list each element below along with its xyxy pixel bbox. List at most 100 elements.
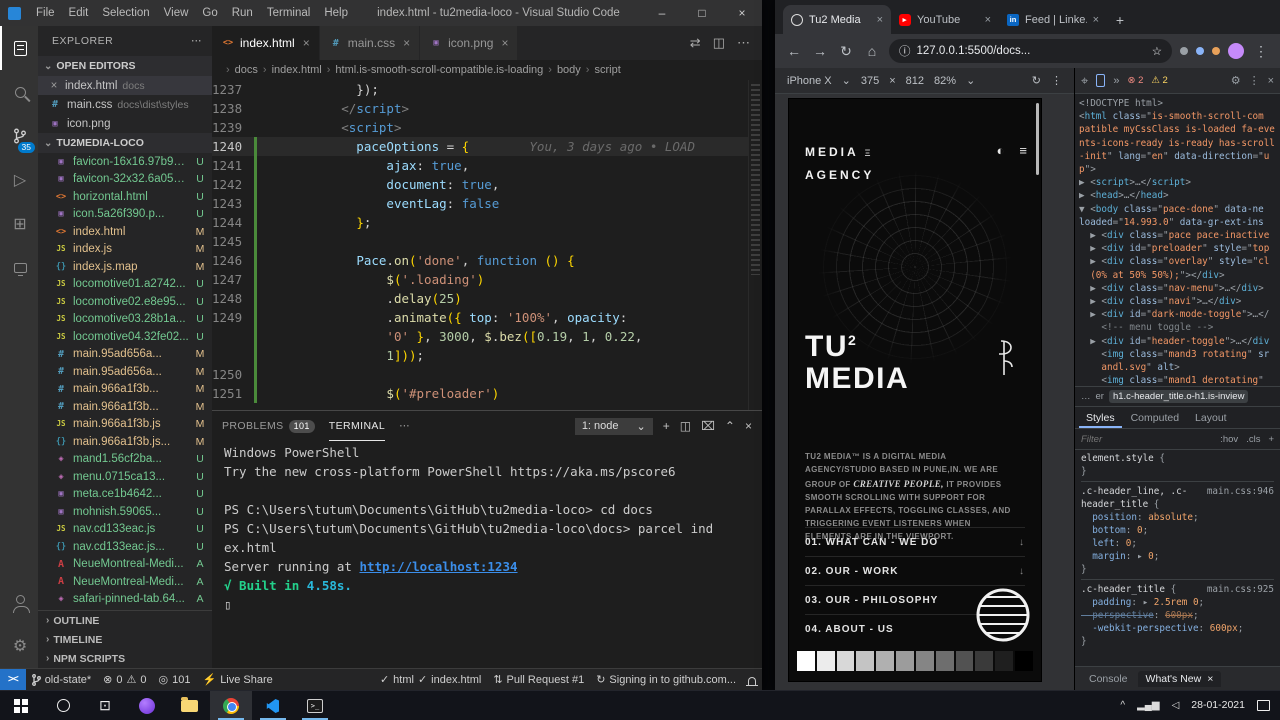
css-rule-line[interactable]: header_title {: [1081, 498, 1274, 511]
file-tree-item[interactable]: index.html M: [38, 223, 212, 241]
menu-item[interactable]: View: [157, 7, 196, 19]
breadcrumb-more[interactable]: …: [1081, 391, 1091, 402]
rotate-icon[interactable]: ↻: [1032, 74, 1041, 87]
breadcrumb-item[interactable]: index.html: [272, 64, 322, 76]
dom-tree-node[interactable]: ▶ <div class="navi">…</div>: [1079, 295, 1276, 308]
menu-item[interactable]: Help: [317, 7, 355, 19]
activity-settings[interactable]: ⚙: [0, 624, 38, 668]
hov-toggle[interactable]: :hov: [1220, 434, 1238, 445]
menu-item[interactable]: Run: [225, 7, 260, 19]
dom-tree-node[interactable]: ▶ <div id="dark-mode-toggle">…</: [1079, 308, 1276, 321]
browser-tab[interactable]: Feed | Linke... ×: [999, 5, 1107, 34]
github-signin-status[interactable]: ↻ Signing in to github.com...: [590, 669, 742, 690]
css-rule-line[interactable]: }: [1081, 635, 1274, 648]
file-tree-item[interactable]: mand1.56cf2ba... U: [38, 451, 212, 469]
file-tree-item[interactable]: main.966a1f3b.js M: [38, 416, 212, 434]
close-icon[interactable]: ×: [48, 80, 60, 92]
css-rule-line[interactable]: element.style {: [1081, 452, 1274, 465]
reload-icon[interactable]: ↻: [837, 43, 855, 60]
css-rule-line[interactable]: -webkit-perspective: 600px;: [1081, 622, 1274, 635]
breadcrumb-item[interactable]: html.is-smooth-scroll-compatible.is-load…: [335, 64, 543, 76]
device-width[interactable]: 375: [861, 75, 879, 87]
open-editor-item[interactable]: icon.png: [38, 114, 212, 133]
more-actions-icon[interactable]: ⋯: [737, 35, 750, 51]
activity-run-debug[interactable]: ▷: [0, 158, 38, 202]
file-tree-item[interactable]: NeueMontreal-Medi... A: [38, 573, 212, 591]
terminal-taskbar-button[interactable]: >_: [294, 691, 336, 720]
breadcrumb-item[interactable]: body: [557, 64, 581, 76]
validation-status[interactable]: ✓ html ✓ index.html: [374, 669, 487, 690]
breadcrumb-selected[interactable]: h1.c-header_title.o-h1.is-inview: [1108, 390, 1249, 403]
notifications-button[interactable]: [742, 669, 762, 690]
file-tree-item[interactable]: index.js.map M: [38, 258, 212, 276]
back-icon[interactable]: ←: [785, 43, 803, 59]
css-rule-line[interactable]: }: [1081, 563, 1274, 576]
address-bar[interactable]: ⓘ 127.0.0.1:5500/docs... ☆: [889, 39, 1172, 63]
device-mode-icon[interactable]: [1096, 74, 1106, 87]
console-error-badge[interactable]: ⊗ 2: [1127, 75, 1143, 86]
dom-tree-node[interactable]: -init" lang="en" data-direction="u: [1079, 150, 1276, 163]
file-tree-item[interactable]: mohnish.59065... U: [38, 503, 212, 521]
file-tree-item[interactable]: nav.cd133eac.js U: [38, 521, 212, 539]
activity-remote-explorer[interactable]: [0, 246, 38, 290]
browser-tab[interactable]: YouTube ×: [891, 5, 999, 34]
explorer-more-icon[interactable]: ⋯: [191, 35, 202, 47]
device-select[interactable]: iPhone X: [787, 75, 832, 87]
extension-icon[interactable]: [1212, 47, 1220, 55]
dom-tree-node[interactable]: ▼ <body class="pace-done" data-ne: [1079, 203, 1276, 216]
css-rule-line[interactable]: main.css:925 .c-header_title {: [1081, 579, 1274, 596]
file-tree-item[interactable]: menu.0715ca13... U: [38, 468, 212, 486]
sidebar-section-header[interactable]: › NPM SCRIPTS: [38, 649, 212, 668]
forward-icon[interactable]: →: [811, 43, 829, 59]
dom-tree-node[interactable]: p">: [1079, 163, 1276, 176]
new-terminal-icon[interactable]: +: [663, 419, 670, 433]
file-tree-item[interactable]: favicon-32x32.6a052... U: [38, 171, 212, 189]
css-rule-line[interactable]: position: absolute;: [1081, 511, 1274, 524]
dom-tree-node[interactable]: <html class="is-smooth-scroll-com: [1079, 110, 1276, 123]
file-tree-item[interactable]: main.95ad656a... M: [38, 346, 212, 364]
activity-extensions[interactable]: ⊞: [0, 202, 38, 246]
dom-tree-node[interactable]: <!DOCTYPE html>: [1079, 97, 1276, 110]
devtools-settings-icon[interactable]: ⚙: [1231, 74, 1241, 87]
new-tab-button[interactable]: +: [1107, 12, 1133, 28]
clock-date[interactable]: 28-01-2021: [1191, 699, 1245, 712]
volume-icon[interactable]: ◁: [1172, 700, 1180, 711]
css-rule-line[interactable]: perspective: 600px;: [1081, 609, 1274, 622]
file-tree-item[interactable]: favicon-16x16.97b92... U: [38, 153, 212, 171]
live-share-button[interactable]: ⚡ Live Share: [196, 669, 278, 690]
devtools-sidebar-tab[interactable]: Layout: [1188, 407, 1234, 428]
css-rule-line[interactable]: padding: ▸ 2.5rem 0;: [1081, 596, 1274, 609]
cls-toggle[interactable]: .cls: [1246, 434, 1260, 445]
more-tabs-icon[interactable]: ⋯: [399, 411, 410, 441]
menu-item[interactable]: Go: [195, 7, 224, 19]
drawer-tab-whats-new[interactable]: What's New ×: [1137, 670, 1222, 687]
file-explorer-button[interactable]: [168, 691, 210, 720]
dom-tree-node[interactable]: <img class="mand3 rotating" sr: [1079, 348, 1276, 361]
device-height[interactable]: 812: [906, 75, 924, 87]
activity-source-control[interactable]: 35: [0, 114, 38, 158]
workspace-root-header[interactable]: ⌄ TU2MEDIA-LOCO: [38, 133, 212, 153]
open-editors-header[interactable]: ⌄ OPEN EDITORS: [38, 56, 212, 76]
file-tree-item[interactable]: index.js M: [38, 241, 212, 259]
sidebar-section-header[interactable]: › OUTLINE: [38, 611, 212, 630]
zoom-level[interactable]: 82%: [934, 75, 956, 87]
more-panels-icon[interactable]: »: [1113, 75, 1119, 87]
css-rule-line[interactable]: main.css:946 .c-header_line, .c-: [1081, 481, 1274, 498]
menu-item[interactable]: Selection: [95, 7, 156, 19]
browser-tab[interactable]: Tu2 Media ×: [783, 5, 891, 34]
problems-status[interactable]: ⊗ 0 ⚠ 0: [97, 669, 152, 690]
file-tree-item[interactable]: meta.ce1b4642... U: [38, 486, 212, 504]
close-icon[interactable]: ×: [303, 36, 310, 50]
close-icon[interactable]: ×: [1093, 14, 1099, 26]
dom-tree-node[interactable]: <!-- menu toggle -->: [1079, 321, 1276, 334]
site-info-icon[interactable]: ⓘ: [899, 43, 911, 59]
file-tree-item[interactable]: icon.5a26f390.p... U: [38, 206, 212, 224]
dom-tree-node[interactable]: <img class="mand1 derotating": [1079, 374, 1276, 386]
hamburger-menu-icon[interactable]: ≡: [1019, 143, 1027, 158]
maximize-icon[interactable]: □: [682, 6, 722, 20]
shell-select[interactable]: 1: node ⌄: [574, 417, 653, 435]
extension-icon[interactable]: [1180, 47, 1188, 55]
close-icon[interactable]: ×: [501, 36, 508, 50]
site-brand[interactable]: MEDIA Ξ AGENCY: [805, 141, 874, 187]
file-tree-item[interactable]: locomotive01.a2742... U: [38, 276, 212, 294]
